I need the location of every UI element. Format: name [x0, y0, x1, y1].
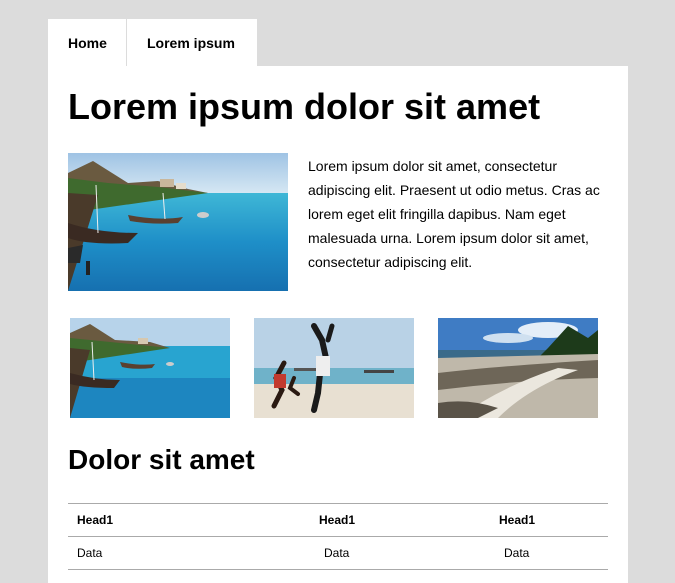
thumbnail-harbor [70, 318, 230, 418]
column-header: Head1 [490, 503, 608, 537]
table-cell: Data [68, 536, 310, 570]
table-cell: Data [490, 536, 608, 570]
page-title: Lorem ipsum dolor sit amet [68, 86, 541, 127]
table-header-row: Head1 Head1 Head1 [68, 503, 608, 537]
content-panel: Lorem ipsum dolor sit amet Lorem ipsum d… [48, 66, 628, 583]
hero-image-harbor [68, 153, 288, 291]
tab-lorem-ipsum[interactable]: Lorem ipsum [127, 19, 257, 66]
tab-home-label: Home [68, 34, 107, 51]
table-cell: Data [310, 536, 490, 570]
table-row: Data Data Data [68, 536, 608, 570]
tab-bar: Home Lorem ipsum [48, 19, 257, 66]
column-header: Head1 [310, 503, 490, 537]
column-header: Head1 [68, 503, 310, 537]
thumbnail-shoreline [438, 318, 598, 418]
section-heading: Dolor sit amet [68, 444, 255, 475]
intro-paragraph: Lorem ipsum dolor sit amet, consectetur … [308, 158, 600, 270]
tab-lorem-ipsum-label: Lorem ipsum [147, 34, 235, 51]
data-table: Head1 Head1 Head1 Data Data Data [68, 503, 608, 570]
thumbnail-beach-acrobatics [254, 318, 414, 418]
tab-home[interactable]: Home [48, 19, 127, 66]
